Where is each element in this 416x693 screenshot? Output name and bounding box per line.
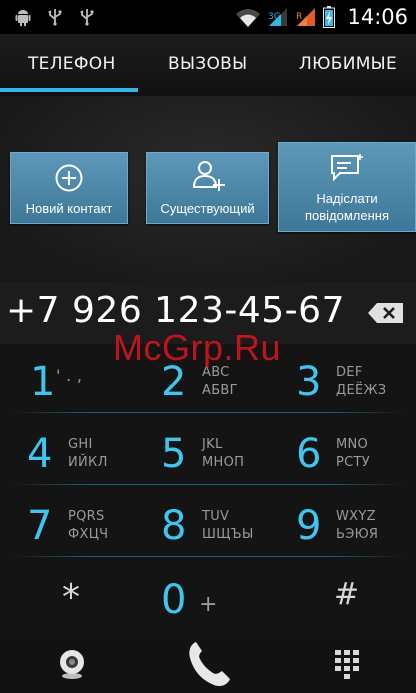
key-digit: 3 [296, 359, 322, 405]
key-7[interactable]: 7 PQRS ФХЦЧ [0, 488, 138, 560]
usb-icon [48, 9, 62, 26]
key-letters-cyrillic: ШЩЪЫ [202, 527, 254, 542]
key-4[interactable]: 4 GHI ИЙКЛ [0, 416, 138, 488]
signal-roaming-icon: R [296, 8, 316, 26]
row-divider [10, 484, 406, 485]
row-divider [10, 412, 406, 413]
key-digit: 1 [30, 359, 56, 405]
key-letters-latin: DEF [336, 365, 363, 380]
key-star[interactable]: * [0, 560, 138, 632]
key-letters-latin: TUV [202, 509, 230, 524]
dialpad: 1 ' . , 2 ABC АБВГ 3 DEF ДЕЁЖЗ 4 GHI ИЙК… [0, 344, 416, 634]
new-contact-label: Новий контакт [25, 201, 113, 216]
send-message-label-2: повідомлення [304, 208, 390, 223]
wifi-icon [236, 9, 261, 27]
key-digit: 9 [296, 503, 322, 549]
svg-text:3G: 3G [268, 12, 281, 22]
watermark-text: McGrp.Ru [113, 327, 282, 368]
key-digit: 5 [161, 431, 187, 477]
key-5[interactable]: 5 JKL МНОП [139, 416, 277, 488]
message-icon [331, 154, 363, 181]
key-3[interactable]: 3 DEF ДЕЁЖЗ [278, 344, 416, 416]
key-letters-cyrillic: АБВГ [202, 383, 238, 398]
active-tab-indicator [0, 88, 138, 92]
tab-phone[interactable]: ТЕЛЕФОН [28, 54, 116, 74]
dialpad-icon[interactable] [334, 649, 360, 679]
existing-contact-button[interactable]: Существующий [146, 152, 269, 224]
key-letters-latin: PQRS [68, 509, 105, 524]
key-letters: + [199, 592, 218, 617]
svg-text:R: R [296, 12, 302, 22]
key-9[interactable]: 9 WXYZ ЬЭЮЯ [278, 488, 416, 560]
key-digit: 7 [27, 503, 53, 549]
video-call-icon[interactable] [56, 648, 88, 680]
key-8[interactable]: 8 TUV ШЩЪЫ [139, 488, 277, 560]
key-letters-cyrillic: РСТУ [336, 455, 370, 470]
key-letters-latin: MNO [336, 437, 369, 452]
key-letters-cyrillic: ИЙКЛ [68, 455, 108, 470]
battery-icon [323, 6, 336, 28]
add-circle-icon [55, 164, 83, 192]
key-letters-latin: WXYZ [336, 509, 376, 524]
status-clock: 14:06 [347, 5, 408, 29]
phone-call-icon[interactable] [182, 638, 234, 690]
key-letters-cyrillic: ДЕЁЖЗ [336, 383, 387, 398]
key-0[interactable]: 0 + [139, 560, 277, 632]
key-letters-cyrillic: ФХЦЧ [68, 527, 109, 542]
key-letters-cyrillic: МНОП [202, 455, 245, 470]
key-symbol: * [62, 577, 80, 618]
key-hash[interactable]: # [278, 560, 416, 632]
key-letters-latin: JKL [202, 437, 223, 452]
key-6[interactable]: 6 MNO РСТУ [278, 416, 416, 488]
tab-bar: ТЕЛЕФОН ВЫЗОВЫ ЛЮБИМЫЕ [0, 34, 416, 97]
row-divider [10, 556, 406, 557]
tab-favorites[interactable]: ЛЮБИМЫЕ [299, 54, 397, 74]
new-contact-button[interactable]: Новий контакт [10, 152, 128, 224]
key-digit: 8 [161, 503, 187, 549]
backspace-icon[interactable] [367, 302, 405, 324]
dialed-number: +7 926 123-45-67 [6, 290, 345, 331]
add-person-icon [192, 161, 225, 191]
key-letters-latin: GHI [68, 437, 93, 452]
android-icon [15, 10, 31, 26]
status-bar: 3G R 14:06 [0, 0, 416, 34]
key-letters: ' . , [56, 366, 83, 385]
contact-actions: Новий контакт Существующий Надіслати пов… [0, 96, 416, 282]
send-message-button[interactable]: Надіслати повідомлення [278, 142, 416, 232]
signal-icon: 3G [268, 8, 288, 26]
key-digit: 0 [161, 577, 187, 623]
usb-icon [80, 9, 94, 26]
tab-calls[interactable]: ВЫЗОВЫ [168, 54, 247, 74]
key-digit: 4 [27, 431, 53, 477]
send-message-label-1: Надіслати [316, 191, 378, 206]
key-letters-cyrillic: ЬЭЮЯ [336, 527, 379, 542]
key-symbol: # [334, 577, 360, 612]
key-digit: 6 [296, 431, 322, 477]
existing-contact-label: Существующий [160, 201, 255, 216]
dialer-bottom-bar [0, 634, 416, 693]
